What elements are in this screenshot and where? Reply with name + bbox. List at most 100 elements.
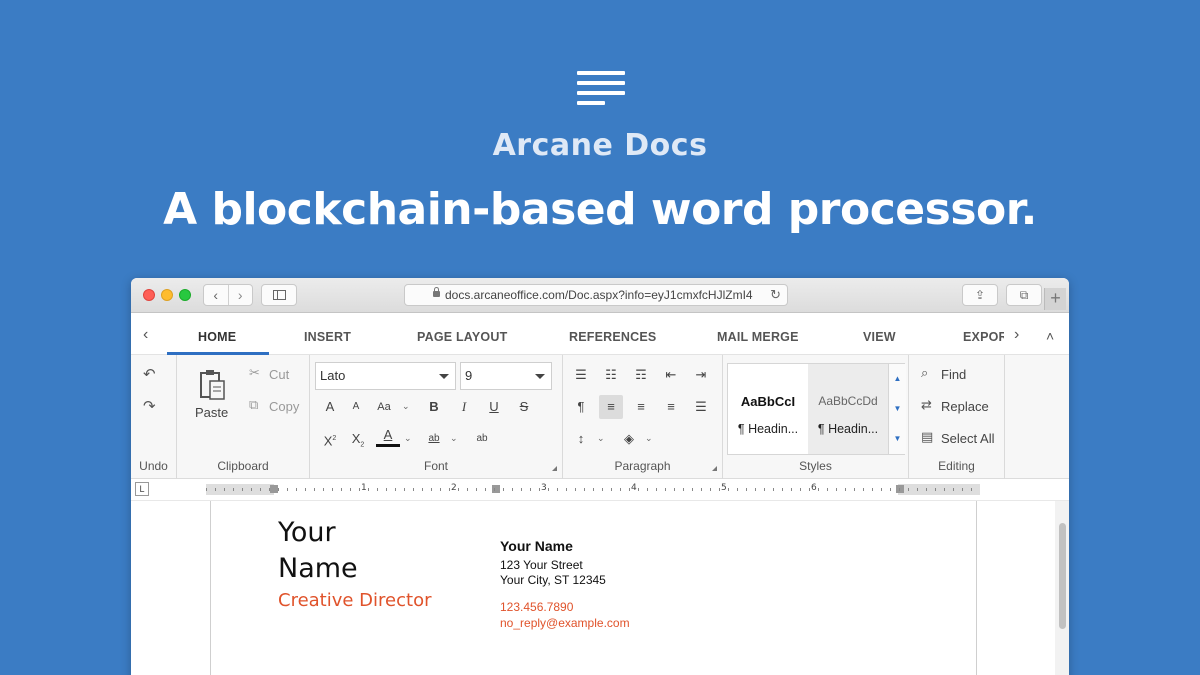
clear-formatting-button[interactable]: ab — [470, 427, 494, 451]
ruler-tick — [521, 488, 522, 491]
show-tabs-button[interactable]: ⧉ — [1006, 284, 1042, 306]
forward-button[interactable]: › — [229, 285, 253, 305]
ruler-tick — [449, 488, 450, 491]
tabs-next-button[interactable]: › — [1014, 326, 1019, 344]
ruler-tick — [854, 488, 855, 491]
ruler-tick — [422, 488, 423, 491]
ruler-tick — [764, 488, 765, 491]
magnifier-icon: ⌕ — [921, 365, 929, 380]
ruler-tick — [719, 488, 720, 491]
ruler-tick — [611, 488, 612, 491]
contact-phone[interactable]: 123.456.7890 — [500, 600, 573, 614]
left-indent-marker[interactable] — [270, 485, 278, 493]
horizontal-ruler[interactable]: 1 2 3 4 5 6 — [206, 483, 980, 495]
ruler-tick — [269, 488, 270, 491]
font-size-select[interactable]: 9 — [460, 362, 552, 390]
maximize-window-button[interactable] — [179, 289, 191, 301]
right-indent-marker[interactable] — [896, 485, 904, 493]
ruler-number: 2 — [451, 483, 457, 493]
strikethrough-button[interactable]: S — [512, 395, 536, 419]
ruler-tick — [287, 488, 288, 491]
paragraph-group-label: Paragraph — [614, 459, 671, 473]
decrease-indent-icon[interactable]: ⇤ — [659, 363, 683, 387]
contact-email[interactable]: no_reply@example.com — [500, 616, 630, 630]
tab-view[interactable]: VIEW — [863, 330, 896, 344]
superscript-button[interactable]: X2 — [318, 427, 342, 451]
multilevel-list-icon[interactable]: ☶ — [629, 363, 653, 387]
font-family-select[interactable]: Lato — [315, 362, 456, 390]
close-window-button[interactable] — [143, 289, 155, 301]
chevron-down-icon — [439, 374, 449, 379]
chevron-down-icon — [535, 374, 545, 379]
copy-button[interactable]: Copy — [269, 399, 299, 414]
undo-icon[interactable]: ↶ — [143, 365, 156, 383]
address-bar[interactable]: docs.arcaneoffice.com/Doc.aspx?info=eyJ1… — [404, 284, 788, 306]
align-center-icon[interactable]: ≡ — [629, 395, 653, 419]
highlight-button[interactable]: ab — [422, 427, 446, 451]
document-canvas[interactable]: Your Name Creative Director Your Name 12… — [131, 501, 1069, 675]
reload-button[interactable]: ↻ — [770, 285, 781, 305]
ruler-tick — [467, 488, 468, 491]
contact-street[interactable]: 123 Your Street — [500, 558, 583, 572]
tab-home[interactable]: HOME — [198, 330, 236, 344]
styles-up-icon[interactable]: ▲ — [889, 364, 906, 394]
ruler-tick — [557, 488, 558, 491]
paste-button[interactable]: Paste — [187, 365, 239, 425]
numbering-icon[interactable]: ☷ — [599, 363, 623, 387]
underline-button[interactable]: U — [482, 395, 506, 419]
increase-indent-icon[interactable]: ⇥ — [689, 363, 713, 387]
new-tab-button[interactable]: + — [1044, 288, 1066, 310]
shading-icon[interactable]: ◈ — [617, 427, 641, 451]
change-case-button[interactable]: Aa — [372, 395, 396, 419]
share-button[interactable]: ⇪ — [962, 284, 998, 306]
tab-mail-merge[interactable]: MAIL MERGE — [717, 330, 799, 344]
document-scrollbar[interactable] — [1055, 501, 1069, 675]
select-all-button[interactable]: Select All — [941, 431, 994, 446]
align-left-icon[interactable]: ≡ — [599, 395, 623, 419]
subscript-button[interactable]: X2 — [346, 427, 370, 451]
show-marks-button[interactable]: ¶ — [569, 395, 593, 419]
collapse-ribbon-button[interactable]: ˄ — [1046, 328, 1054, 344]
paragraph-dialog-launcher[interactable] — [712, 466, 717, 471]
align-right-icon[interactable]: ≡ — [659, 395, 683, 419]
style-heading-2[interactable]: AaBbCcDd ¶ Headin... — [808, 364, 888, 454]
grow-font-button[interactable]: A — [318, 395, 342, 419]
cut-button[interactable]: Cut — [269, 367, 289, 382]
ruler-tick — [890, 488, 891, 491]
contact-city[interactable]: Your City, ST 12345 — [500, 573, 606, 587]
styles-gallery: AaBbCcI ¶ Headin... AaBbCcDd ¶ Headin...… — [727, 363, 906, 455]
ruler-tick — [800, 488, 801, 491]
minimize-window-button[interactable] — [161, 289, 173, 301]
style-heading-1[interactable]: AaBbCcI ¶ Headin... — [728, 364, 808, 454]
ruler-tick — [692, 488, 693, 491]
styles-more-icon[interactable]: ▼ — [889, 424, 906, 454]
line-spacing-icon[interactable]: ↕ — [569, 427, 593, 451]
find-button[interactable]: Find — [941, 367, 966, 382]
tab-insert[interactable]: INSERT — [304, 330, 351, 344]
tab-stop-selector[interactable]: L — [135, 482, 149, 496]
tab-export[interactable]: EXPOR — [963, 330, 1004, 344]
tabs-prev-button[interactable]: ‹ — [143, 326, 148, 344]
scrollbar-thumb[interactable] — [1059, 523, 1066, 629]
shrink-font-button[interactable]: A — [344, 395, 368, 419]
justify-icon[interactable]: ☰ — [689, 395, 713, 419]
back-button[interactable]: ‹ — [204, 285, 229, 305]
ruler-row: L 1 2 3 4 5 6 — [131, 479, 1069, 501]
font-dialog-launcher[interactable] — [552, 466, 557, 471]
resume-name-heading[interactable]: Your Name — [278, 515, 428, 587]
redo-icon[interactable]: ↷ — [143, 397, 156, 415]
styles-down-icon[interactable]: ▼ — [889, 394, 906, 424]
tab-references[interactable]: REFERENCES — [569, 330, 656, 344]
italic-button[interactable]: I — [452, 395, 476, 419]
bullets-icon[interactable]: ☰ — [569, 363, 593, 387]
chevron-down-icon: ⌄ — [450, 433, 458, 443]
ruler-tick — [296, 488, 297, 491]
tab-page-layout[interactable]: PAGE LAYOUT — [417, 330, 507, 344]
resume-role[interactable]: Creative Director — [278, 590, 432, 611]
contact-name[interactable]: Your Name — [500, 538, 573, 554]
bold-button[interactable]: B — [422, 395, 446, 419]
ruler-tick — [206, 488, 207, 491]
sidebar-toggle-button[interactable] — [261, 284, 297, 306]
font-color-button[interactable]: A — [376, 425, 400, 447]
replace-button[interactable]: Replace — [941, 399, 989, 414]
